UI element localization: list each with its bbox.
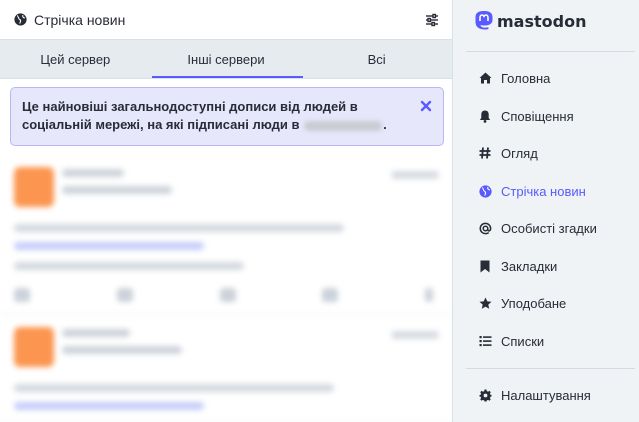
avatar[interactable]	[14, 327, 54, 367]
status-link[interactable]	[14, 242, 204, 250]
tab-this-server[interactable]: Цей сервер	[0, 40, 151, 78]
status-link[interactable]	[14, 402, 204, 410]
status-meta	[62, 169, 172, 203]
bell-icon	[478, 109, 492, 123]
nav-item-label: Огляд	[501, 145, 538, 161]
notice-text-end: .	[383, 117, 387, 132]
nav-item-label: Налаштування	[501, 387, 591, 403]
nav-divider	[466, 51, 635, 52]
nav-item-label: Сповіщення	[501, 108, 574, 124]
mastodon-logo-icon	[474, 10, 494, 32]
boost-icon[interactable]	[116, 288, 133, 302]
reply-icon[interactable]	[14, 288, 30, 302]
column-header: Стрічка новин	[0, 0, 452, 40]
nav-item-notifications[interactable]: Сповіщення	[466, 100, 635, 132]
status-actions	[14, 288, 439, 302]
nav-item-label: Стрічка новин	[501, 183, 586, 199]
nav-item-favourites[interactable]: Уподобане	[466, 287, 635, 319]
status-time[interactable]	[391, 171, 439, 179]
status-content	[14, 224, 344, 232]
blurred-server-name	[304, 120, 383, 131]
nav-divider	[466, 368, 635, 369]
nav-item-label: Особисті згадки	[501, 220, 597, 236]
nav-item-preferences[interactable]: Налаштування	[466, 379, 635, 411]
at-icon	[478, 221, 492, 235]
hashtag-icon	[478, 146, 492, 160]
status-time[interactable]	[391, 331, 439, 339]
nav-item-label: Списки	[501, 333, 545, 349]
nav-item-explore[interactable]: Огляд	[466, 137, 635, 169]
list-icon	[478, 334, 492, 348]
column-title: Стрічка новин	[34, 11, 126, 28]
gear-icon	[478, 388, 492, 402]
globe-icon	[478, 184, 492, 198]
bookmark-icon[interactable]	[322, 288, 339, 302]
nav-item-bookmarks[interactable]: Закладки	[466, 250, 635, 282]
nav-item-direct-messages[interactable]: Особисті згадки	[466, 212, 635, 244]
status-content	[14, 262, 244, 270]
status-meta	[62, 329, 182, 363]
nav-item-public-timeline[interactable]: Стрічка новин	[466, 175, 635, 207]
nav-item-home[interactable]: Головна	[466, 62, 635, 94]
more-icon[interactable]	[425, 288, 433, 302]
blurred-posts	[0, 155, 452, 422]
home-icon	[478, 71, 492, 85]
star-icon	[478, 296, 492, 310]
status-item[interactable]	[0, 315, 452, 422]
nav-item-label: Головна	[501, 70, 551, 86]
nav-item-label: Уподобане	[501, 295, 567, 311]
tab-other-servers[interactable]: Інші сервери	[151, 40, 302, 78]
timeline-notice: Це найновіші загальнодоступні дописи від…	[10, 87, 444, 146]
status-item[interactable]	[0, 155, 452, 315]
tab-all[interactable]: Всі	[301, 40, 452, 78]
bookmark-icon	[478, 259, 492, 273]
logo-wordmark: mastodon	[497, 11, 587, 31]
navigation-panel: mastodon Головна Сповіщення Огляд Стрічк…	[454, 0, 639, 422]
timeline-tabs: Цей сервер Інші сервери Всі	[0, 40, 452, 79]
nav-item-lists[interactable]: Списки	[466, 325, 635, 357]
active-tab-indicator	[152, 76, 303, 78]
mastodon-logo[interactable]: mastodon	[474, 6, 586, 36]
favourite-icon[interactable]	[219, 288, 236, 302]
nav-item-label: Закладки	[501, 258, 558, 274]
sliders-icon[interactable]	[424, 12, 440, 28]
avatar[interactable]	[14, 167, 54, 207]
close-icon[interactable]	[420, 100, 432, 112]
status-content	[14, 384, 334, 392]
globe-icon	[14, 13, 27, 26]
public-timeline-column: Стрічка новин Цей сервер Інші сервери Вс…	[0, 0, 453, 422]
